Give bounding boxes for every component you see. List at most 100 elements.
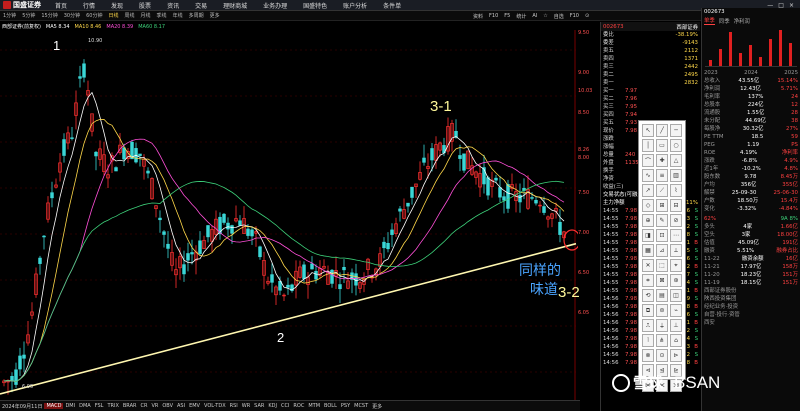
drawing-tool-icon[interactable]: ⊙ (656, 349, 668, 362)
menu-news[interactable]: 资讯 (159, 1, 187, 10)
drawing-tool-icon[interactable]: ⊥ (670, 319, 682, 332)
menu-business[interactable]: 业务办理 (255, 1, 295, 10)
drawing-tool-icon[interactable]: ⊕ (642, 214, 654, 227)
menu-discover[interactable]: 发现 (103, 1, 131, 10)
drawing-tool-icon[interactable]: ⊜ (656, 304, 668, 317)
drawing-tool-icon[interactable]: ⌇ (670, 184, 682, 197)
drawing-tool-icon[interactable]: △ (670, 154, 682, 167)
drawing-tool-icon[interactable]: ⋔ (656, 334, 668, 347)
indicator-tab[interactable]: MCST (352, 403, 370, 409)
settings-icon[interactable]: ⊙ (582, 13, 592, 19)
indicator-tab[interactable]: RSI (228, 403, 240, 409)
indicator-tab[interactable]: KDJ (266, 403, 279, 409)
indicator-tab[interactable]: WR (240, 403, 252, 409)
drawing-tool-icon[interactable]: ⊿ (656, 244, 668, 257)
tool-f5[interactable]: F5 (501, 13, 513, 19)
tool-ai[interactable]: AI (529, 13, 540, 19)
period-more[interactable]: 更多 (207, 12, 223, 19)
drawing-tool-icon[interactable]: ⊘ (670, 214, 682, 227)
menu-trade[interactable]: 交易 (187, 1, 215, 10)
indicator-tab[interactable]: VOL-TDX (202, 403, 228, 409)
drawing-tool-icon[interactable]: ⊛ (670, 274, 682, 287)
drawing-tool-icon[interactable]: ⊡ (656, 229, 668, 242)
drawing-tool-icon[interactable]: ⊟ (670, 199, 682, 212)
drawing-tool-icon[interactable]: ≡ (656, 169, 668, 182)
period-60min[interactable]: 60分钟 (83, 12, 105, 19)
period-weekly[interactable]: 周线 (122, 12, 138, 19)
tool-info[interactable]: 资料 (470, 13, 486, 20)
drawing-tool-icon[interactable]: ⌗ (642, 274, 654, 287)
drawing-tool-icon[interactable]: ⟂ (670, 244, 682, 257)
indicator-tab[interactable]: DMA (77, 403, 93, 409)
drawing-tool-icon[interactable]: ↗ (642, 184, 654, 197)
period-yearly[interactable]: 年线 (170, 12, 186, 19)
menu-features[interactable]: 国盛特色 (295, 1, 335, 10)
drawing-tool-icon[interactable]: ⊠ (656, 274, 668, 287)
drawing-tool-icon[interactable]: ⏚ (656, 319, 668, 332)
drawing-tool-icon[interactable]: ✕ (642, 259, 654, 272)
drawing-tool-icon[interactable]: ╱ (656, 124, 668, 137)
drawing-tool-icon[interactable]: ⎍ (642, 319, 654, 332)
indicator-tab[interactable]: DMI (63, 403, 77, 409)
indicator-tab[interactable]: MACD (44, 403, 64, 409)
menu-quotes[interactable]: 行情 (75, 1, 103, 10)
tool-watchlist[interactable]: 自选 (551, 13, 567, 20)
drawing-tool-icon[interactable]: ✚ (656, 154, 668, 167)
indicator-tab[interactable]: EMV (187, 403, 202, 409)
period-multi[interactable]: 多周期 (186, 12, 207, 19)
indicator-tab[interactable]: PSY (339, 403, 352, 409)
tool-stats[interactable]: 统计 (513, 13, 529, 20)
indicator-tab[interactable]: TRIX (105, 403, 120, 409)
drawing-tool-icon[interactable]: ⊺ (642, 334, 654, 347)
indicator-tab[interactable]: BOLL (322, 403, 339, 409)
indicator-tab[interactable]: OBV (160, 403, 175, 409)
menu-stocks[interactable]: 股票 (131, 1, 159, 10)
drawing-tool-icon[interactable]: ▭ (656, 139, 668, 152)
drawing-tool-icon[interactable]: ⬚ (656, 259, 668, 272)
drawing-tool-icon[interactable]: ▤ (656, 289, 668, 302)
period-30min[interactable]: 30分钟 (61, 12, 83, 19)
drawing-tool-icon[interactable]: ▦ (642, 244, 654, 257)
drawing-tool-icon[interactable]: ⌖ (670, 259, 682, 272)
drawing-tool-icon[interactable]: ⟋ (656, 184, 668, 197)
drawing-tool-icon[interactable]: ⌒ (642, 154, 654, 167)
drawing-tool-icon[interactable]: ⟲ (642, 289, 654, 302)
indicator-tab[interactable]: MTM (306, 403, 322, 409)
period-15min[interactable]: 15分钟 (38, 12, 60, 19)
drawing-tool-icon[interactable]: ⌁ (670, 304, 682, 317)
tab-single-quarter[interactable]: 单季 (704, 16, 715, 25)
indicator-tab[interactable]: CR (138, 403, 149, 409)
drawing-tool-icon[interactable]: ◫ (670, 289, 682, 302)
indicator-tab[interactable]: BRAR (121, 403, 139, 409)
drawing-tool-icon[interactable]: ⧉ (642, 304, 654, 317)
drawing-tool-icon[interactable]: │ (642, 139, 654, 152)
menu-account-analysis[interactable]: 账户分析 (335, 1, 375, 10)
indicator-tab[interactable]: VR (149, 403, 160, 409)
candlestick-chart[interactable]: 10.90 6.05 (0, 30, 578, 400)
drawing-tool-icon[interactable]: ⋯ (670, 229, 682, 242)
drawing-tool-icon[interactable]: ▥ (670, 169, 682, 182)
period-quarterly[interactable]: 季线 (154, 12, 170, 19)
indicator-tab[interactable]: CCI (279, 403, 291, 409)
drawing-tool-icon[interactable]: ↖ (642, 124, 654, 137)
drawing-tool-icon[interactable]: ○ (670, 139, 682, 152)
tool-f10-2[interactable]: F10 (567, 13, 582, 19)
tab-net-profit[interactable]: 净利润 (734, 17, 750, 25)
period-daily[interactable]: 日线 (106, 12, 122, 19)
drawing-tool-icon[interactable]: ◨ (642, 229, 654, 242)
period-1min[interactable]: 1分钟 (0, 12, 19, 19)
drawing-tool-icon[interactable]: ∿ (642, 169, 654, 182)
indicator-tab[interactable]: 更多 (370, 403, 384, 410)
period-monthly[interactable]: 月线 (138, 12, 154, 19)
menu-conditional-order[interactable]: 条件单 (375, 1, 409, 10)
star-icon[interactable]: ☆ (540, 13, 550, 19)
drawing-tool-icon[interactable]: ⊞ (656, 199, 668, 212)
indicator-tab[interactable]: SAR (252, 403, 266, 409)
period-5min[interactable]: 5分钟 (19, 12, 38, 19)
menu-home[interactable]: 首页 (47, 1, 75, 10)
indicator-tab[interactable]: ROC (291, 403, 306, 409)
menu-wealth[interactable]: 理财商城 (215, 1, 255, 10)
indicator-tab[interactable]: FSL (93, 403, 106, 409)
tool-f10[interactable]: F10 (486, 13, 501, 19)
drawing-tool-icon[interactable]: ⌂ (670, 334, 682, 347)
